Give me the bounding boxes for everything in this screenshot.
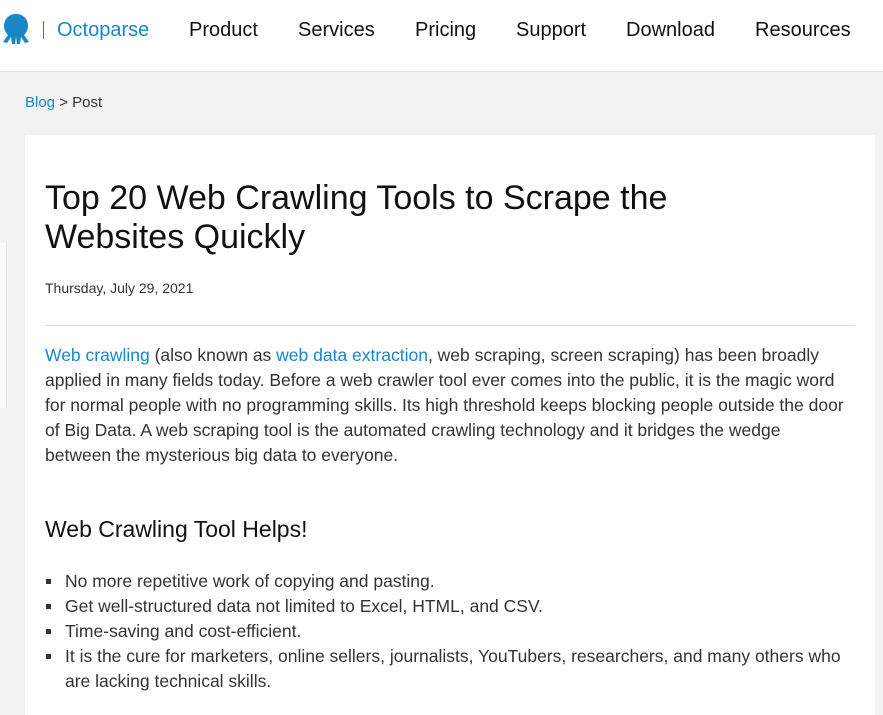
nav-services[interactable]: Services: [298, 19, 375, 42]
intro-text-1: (also known as: [149, 345, 277, 365]
nav-download[interactable]: Download: [626, 19, 715, 42]
nav-resources[interactable]: Resources: [755, 19, 851, 42]
list-item-text: Get well-structured data not limited to …: [65, 596, 543, 616]
list-item: Get well-structured data not limited to …: [45, 594, 850, 619]
list-item-text: Time-saving and cost-efficient.: [65, 621, 302, 641]
brand-name[interactable]: Octoparse: [57, 19, 149, 42]
octopus-logo-icon[interactable]: [0, 12, 32, 46]
logo-divider: [43, 21, 44, 39]
bullet-icon: [46, 579, 51, 584]
section-heading: Web Crawling Tool Helps!: [45, 516, 308, 542]
bullet-icon: [46, 629, 51, 634]
list-item: No more repetitive work of copying and p…: [45, 569, 850, 594]
nav-product[interactable]: Product: [189, 19, 258, 42]
nav-pricing[interactable]: Pricing: [415, 19, 476, 42]
list-item: Time-saving and cost-efficient.: [45, 619, 850, 644]
intro-paragraph: Web crawling (also known as web data ext…: [45, 343, 850, 468]
benefits-list: No more repetitive work of copying and p…: [45, 569, 850, 694]
breadcrumb-separator: >: [59, 94, 68, 111]
bullet-icon: [46, 654, 51, 659]
divider: [45, 325, 855, 326]
nav-support[interactable]: Support: [516, 19, 586, 42]
web-crawling-link[interactable]: Web crawling: [45, 345, 150, 365]
breadcrumb: Blog > Post: [25, 94, 102, 111]
article-title: Top 20 Web Crawling Tools to Scrape the …: [45, 179, 668, 256]
breadcrumb-blog-link[interactable]: Blog: [25, 94, 55, 111]
bullet-icon: [46, 604, 51, 609]
article-card: Top 20 Web Crawling Tools to Scrape the …: [25, 135, 875, 715]
article-date: Thursday, July 29, 2021: [45, 280, 194, 296]
side-panel-edge: [0, 243, 7, 408]
list-item-text: It is the cure for marketers, online sel…: [65, 646, 841, 691]
top-navigation-bar: Octoparse Product Services Pricing Suppo…: [0, 0, 883, 72]
breadcrumb-current: Post: [72, 94, 103, 111]
list-item: It is the cure for marketers, online sel…: [45, 644, 850, 694]
web-data-extraction-link[interactable]: web data extraction: [276, 345, 428, 365]
list-item-text: No more repetitive work of copying and p…: [65, 571, 435, 591]
